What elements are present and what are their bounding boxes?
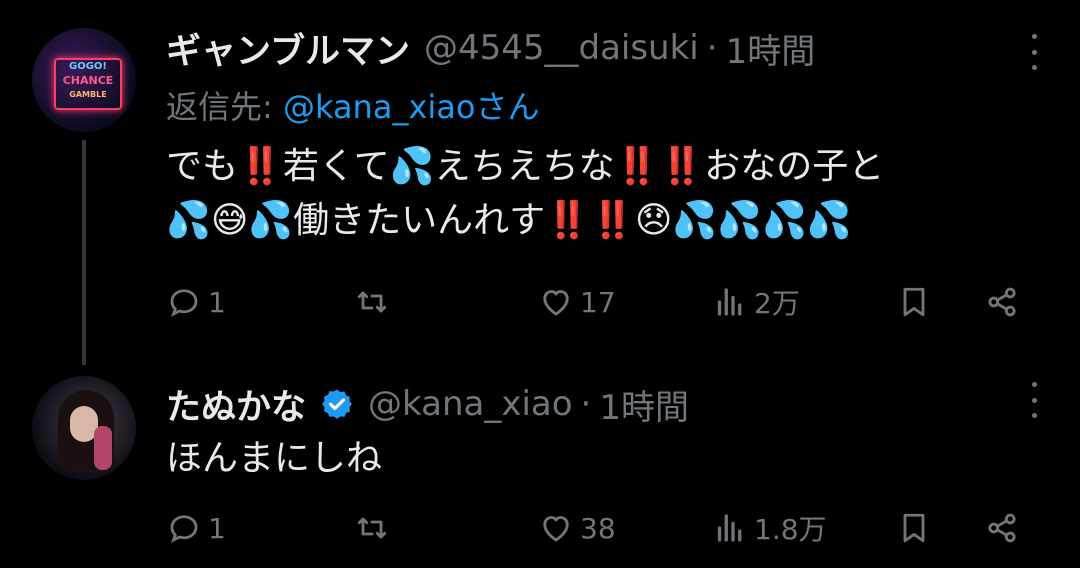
like-button[interactable]: 38 [538,510,616,546]
like-button[interactable]: 17 [538,284,616,320]
retweet-button[interactable] [354,284,390,320]
views-count: 1.8万 [754,513,827,546]
verified-badge-icon[interactable] [320,387,354,421]
retweet-icon [357,291,387,313]
reply-count: 1 [208,285,226,319]
retweet-button[interactable] [354,510,390,546]
tweet[interactable]: GOGO! CHANCE GAMBLE ギャンブルマン @4545__daisu… [0,0,1080,360]
timestamp[interactable]: 1時間 [726,24,816,73]
bookmark-button[interactable] [896,284,932,320]
views-button[interactable]: 2万 [712,282,800,322]
share-icon [988,513,1016,543]
separator-dot: · [580,384,592,424]
views-icon [717,288,742,316]
reply-icon [170,515,198,543]
retweet-icon [357,517,387,539]
tweet-text: でも‼️若くて💦えちえちな‼️‼️おなの子と 💦😅💦働きたいんれす‼️‼️😞💦💦… [166,140,1046,248]
reply-button[interactable]: 1 [166,510,226,546]
tweet-header: たぬかな @kana_xiao · 1時間 [166,378,689,430]
heart-icon [543,516,569,542]
more-options-icon[interactable] [1030,34,1038,70]
bookmark-icon [903,513,925,543]
share-icon [988,287,1016,317]
like-count: 17 [580,285,616,319]
views-button[interactable]: 1.8万 [712,508,827,548]
display-name[interactable]: たぬかな [166,379,306,430]
share-button[interactable] [984,510,1020,546]
reply-count: 1 [208,511,226,545]
display-name[interactable]: ギャンブルマン [166,23,410,74]
bookmark-icon [903,287,925,317]
avatar-person-hair-highlight [94,426,112,470]
share-button[interactable] [984,284,1020,320]
like-count: 38 [580,511,616,545]
tweet-text-line: ほんまにしね [166,438,383,479]
tweet-text: ほんまにしね [166,432,1046,486]
timestamp[interactable]: 1時間 [599,380,689,429]
tweet-actions: 1 17 2万 [166,274,1036,330]
user-handle[interactable]: @4545__daisuki [424,28,699,68]
more-options-icon[interactable] [1030,382,1038,418]
avatar-neon-sign: GOGO! CHANCE GAMBLE [54,58,122,110]
separator-dot: · [706,28,718,68]
reply-to-label: 返信先: [166,88,283,126]
reply-button[interactable]: 1 [166,284,226,320]
heart-icon [543,290,569,316]
tweet-text-line: でも‼️若くて💦えちえちな‼️‼️おなの子と [166,146,885,187]
avatar[interactable]: GOGO! CHANCE GAMBLE [32,28,136,132]
tweet[interactable]: たぬかな @kana_xiao · 1時間 ほんまにしね 1 38 1.8万 [0,360,1080,568]
reply-icon [170,289,198,317]
tweet-actions: 1 38 1.8万 [166,500,1036,556]
avatar[interactable] [32,376,136,480]
tweet-text-line: 💦😅💦働きたいんれす‼️‼️😞💦💦💦💦 [166,200,852,241]
tweet-header: ギャンブルマン @4545__daisuki · 1時間 [166,22,815,74]
views-count: 2万 [754,287,800,320]
reply-to-line: 返信先: @kana_xiaoさん [166,82,539,128]
views-icon [717,514,742,542]
user-handle[interactable]: @kana_xiao [368,384,573,424]
bookmark-button[interactable] [896,510,932,546]
reply-to-mention[interactable]: @kana_xiaoさん [283,88,540,126]
